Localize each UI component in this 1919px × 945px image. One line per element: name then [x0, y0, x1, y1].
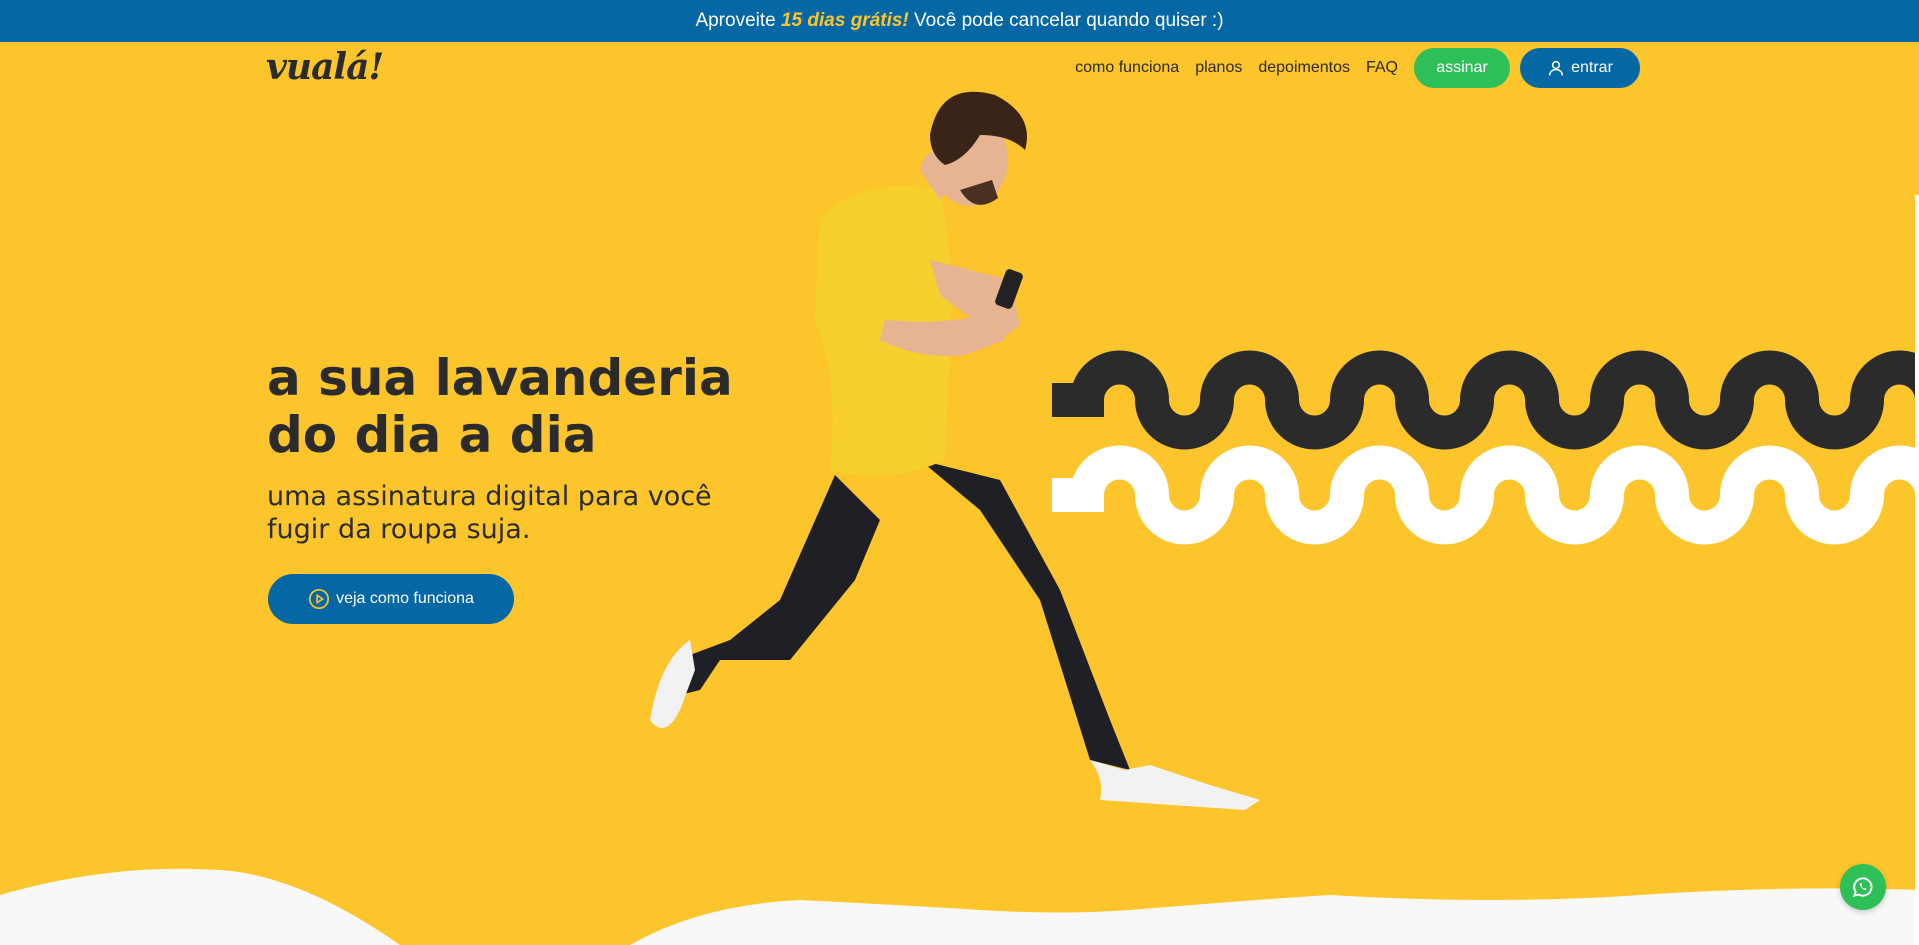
- nav-link-faq[interactable]: FAQ: [1366, 59, 1398, 77]
- login-label: entrar: [1571, 59, 1613, 76]
- watch-video-label: veja como funciona: [336, 590, 474, 607]
- subscribe-button[interactable]: assinar: [1414, 48, 1510, 88]
- nav-link-testimonials[interactable]: depoimentos: [1258, 59, 1350, 77]
- hero-subtitle-line-2: fugir da roupa suja.: [267, 514, 531, 545]
- whatsapp-icon: [1852, 877, 1873, 898]
- hero-title-line-2: do dia a dia: [267, 406, 597, 464]
- login-button[interactable]: entrar: [1520, 48, 1640, 88]
- promo-suffix: Você pode cancelar quando quiser :): [908, 10, 1224, 31]
- nav-link-how-it-works[interactable]: como funciona: [1075, 59, 1179, 77]
- bottom-wave-divider: [0, 868, 1919, 945]
- watch-video-button[interactable]: veja como funciona: [268, 574, 514, 624]
- hero-person-image: [650, 91, 1260, 810]
- promo-highlight: 15 dias grátis!: [780, 10, 909, 31]
- nav-link-plans[interactable]: planos: [1195, 59, 1242, 77]
- play-circle-icon: [309, 589, 330, 609]
- whatsapp-chat-button[interactable]: [1840, 864, 1886, 910]
- user-icon: [1548, 60, 1564, 76]
- logo[interactable]: vualá!: [266, 46, 384, 88]
- promo-prefix: Aproveite: [695, 10, 781, 31]
- promo-bar: Aproveite 15 dias grátis! Você pode canc…: [0, 0, 1919, 42]
- scrollbar[interactable]: [1915, 195, 1919, 945]
